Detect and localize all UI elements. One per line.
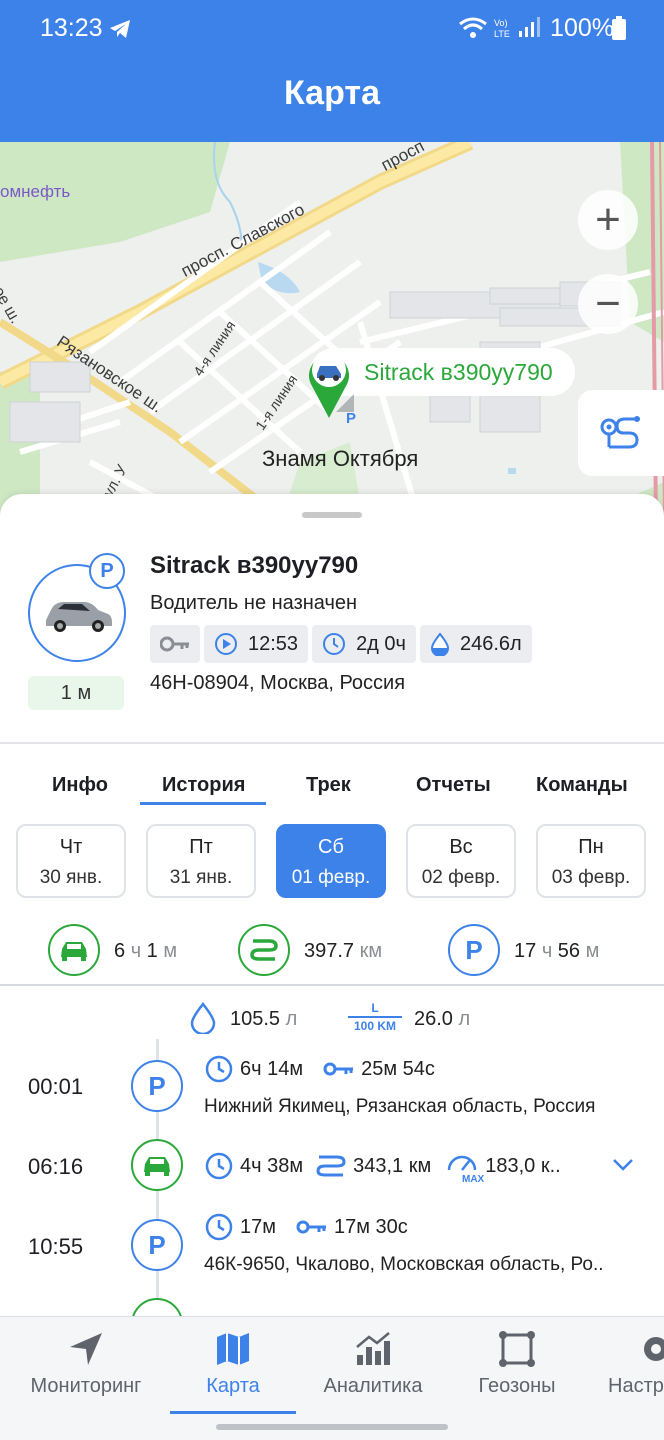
map-label-town: Знамя Октября [262,446,419,471]
event-parking-details[interactable]: 17м 17м 30с [204,1212,408,1242]
parking-summary: 17 ч 56 м [514,940,600,962]
event-parking-details[interactable]: 6ч 14м 25м 54с [204,1054,435,1084]
divider [0,742,664,744]
tab-history[interactable]: История [162,774,245,797]
fuel-used: 105.5 л [230,1008,298,1030]
analytics-icon [356,1332,390,1365]
gear-icon [644,1337,664,1361]
distance-summary-icon [238,924,290,976]
nav-monitoring[interactable]: Мониторинг [24,1329,148,1398]
nav-geozones[interactable]: Геозоны [470,1329,564,1398]
tab-reports[interactable]: Отчеты [416,774,491,797]
event-time: 00:01 [28,1074,84,1099]
status-time: 13:23 [40,14,103,42]
car-icon [144,1157,170,1176]
tab-info[interactable]: Инфо [52,774,108,797]
event-drive-icon[interactable] [131,1139,183,1191]
ignition-chip [150,625,200,663]
map-label-company: омнефть [0,182,71,201]
event-time: 10:55 [28,1234,84,1259]
chevron-down-icon[interactable] [612,1158,634,1172]
nav-settings[interactable]: Настр [606,1329,664,1398]
active-tab-indicator [140,802,266,805]
page-title: Карта [284,73,380,112]
day-thu[interactable]: Чт 30 янв. [16,824,126,898]
route-icon [600,416,640,449]
navigation-arrow-icon [70,1333,102,1365]
event-time: 06:16 [28,1154,84,1179]
bottom-navigation: Мониторинг Карта Аналитика Геозоны Настр [0,1316,664,1416]
key-icon [323,1062,354,1076]
last-start-chip: 12:53 [204,625,309,663]
clock-icon [205,1152,233,1180]
parking-summary-icon: P [448,924,500,976]
event-parking-icon[interactable]: P [131,1219,183,1271]
map-icon [217,1333,249,1365]
vehicle-bottom-sheet[interactable]: P 1 м Sitrack в390уу790 Водитель не назн… [0,494,664,1316]
car-icon [61,942,87,961]
max-label: MAX [462,1174,485,1185]
event-parking-icon[interactable]: P [131,1060,183,1112]
geozone-icon [499,1331,535,1367]
vehicle-address: 46Н-08904, Москва, Россия [150,672,406,694]
car-image-icon [46,602,112,632]
zoom-out-button[interactable]: − [578,274,638,334]
day-sun[interactable]: Вс 02 февр. [406,824,516,898]
day-fri[interactable]: Пт 31 янв. [146,824,256,898]
clock-icon [323,633,346,655]
battery-level: 100% [550,14,614,42]
sheet-drag-handle[interactable] [302,512,362,518]
key-icon [160,636,189,652]
tab-commands[interactable]: Команды [536,774,628,797]
divider [0,984,664,986]
event-address: Нижний Якимец, Рязанская область, Россия [204,1096,596,1117]
route-button[interactable] [578,390,664,476]
svg-text:Vo): Vo) [494,18,508,28]
play-circle-icon [215,633,237,655]
day-mon[interactable]: Пн 03 февр. [536,824,646,898]
driver-status: Водитель не назначен [150,592,358,614]
nav-analytics[interactable]: Аналитика [318,1329,428,1398]
map-view[interactable]: омнефть просп. Славского просп овское ш.… [0,142,664,522]
route-distance-icon [316,1155,346,1177]
status-badge: P [89,553,125,589]
event-address: 46К-9650, Чкалово, Московская область, Р… [204,1254,604,1275]
status-bar: 13:23 Vo) LTE 100% [0,0,664,44]
drive-summary-icon [48,924,100,976]
nav-map[interactable]: Карта [170,1329,296,1398]
consumption-icon: L 100 KM [348,1000,402,1034]
wifi-icon [459,17,487,38]
tab-track[interactable]: Трек [306,774,351,797]
signal-icon [519,17,540,37]
fuel-consumption: 26.0 л [414,1008,471,1030]
telegram-icon [110,20,130,38]
status-duration: 1 м [28,676,124,710]
clock-icon [205,1055,233,1083]
svg-text:LTE: LTE [494,29,510,39]
event-drive-details[interactable]: 4ч 38м 343,1 км 183,0 к.. [204,1150,561,1182]
fuel-drop-icon [430,632,449,656]
battery-icon [612,16,626,40]
drive-summary: 6 ч 1 м [114,940,178,962]
gesture-bar[interactable] [216,1424,448,1430]
fuel-drop-icon [190,1002,216,1034]
app-bar: Карта [0,44,664,142]
vehicle-chips: 12:53 2д 0ч 246.6л [150,625,532,663]
fuel-chip: 246.6л [419,625,532,663]
map-parking-mark: P [346,410,357,427]
clock-icon [205,1213,233,1241]
idle-chip: 2д 0ч [312,625,416,663]
distance-summary: 397.7 км [304,940,383,962]
route-distance-icon [250,939,278,961]
zoom-in-button[interactable]: + [578,190,638,250]
nav-active-indicator [170,1411,296,1414]
volte-icon: Vo) LTE [494,18,510,39]
event-drive-icon[interactable] [131,1298,183,1316]
vehicle-title: Sitrack в390уу790 [150,552,359,579]
key-icon [296,1220,326,1234]
day-sat-selected[interactable]: Сб 01 февр. [276,824,386,898]
